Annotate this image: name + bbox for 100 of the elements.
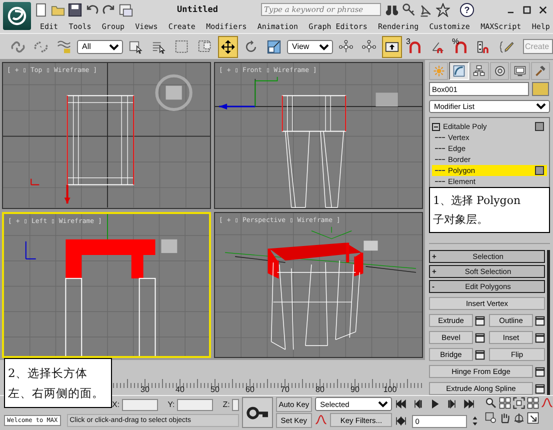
viewcube-icon[interactable] xyxy=(376,92,398,107)
frame-number: 100 xyxy=(382,385,398,394)
magnet-icon xyxy=(408,40,422,54)
go-end-icon[interactable] xyxy=(463,398,476,410)
list-cursor-icon xyxy=(152,40,166,54)
toolbar-dropdown[interactable]: All xyxy=(77,40,123,54)
settings-icon[interactable] xyxy=(535,332,545,342)
object-color-swatch[interactable] xyxy=(532,82,549,96)
prev-frame-icon[interactable] xyxy=(412,398,424,410)
settings-icon[interactable] xyxy=(535,366,545,376)
instruction-text: 2、选择长方体 xyxy=(8,365,88,382)
spinner-magnet-icon xyxy=(477,40,491,54)
named-selection-field[interactable]: Create xyxy=(523,39,553,54)
motion-tab[interactable] xyxy=(490,62,510,80)
coordinate-label: X: xyxy=(112,400,120,409)
utilities-tab[interactable] xyxy=(530,62,550,80)
dashed-square-cube-icon xyxy=(198,40,212,54)
collapse-icon[interactable] xyxy=(432,122,440,130)
percent-snap-button[interactable]: % xyxy=(451,36,471,58)
zoom-extents-all-icon[interactable] xyxy=(527,397,540,409)
orbit-icon[interactable] xyxy=(513,412,526,424)
frame-number: 60 xyxy=(244,385,256,394)
key-icon[interactable] xyxy=(402,2,416,16)
set-key-button[interactable] xyxy=(242,397,273,428)
play-icon[interactable] xyxy=(429,398,442,410)
sun-icon xyxy=(432,65,445,78)
new-file-icon[interactable] xyxy=(34,2,48,16)
undo-icon[interactable] xyxy=(85,2,99,16)
close-icon[interactable] xyxy=(538,4,548,14)
instruction-text: 1、选择 Polygon xyxy=(433,193,521,209)
settings-icon[interactable] xyxy=(475,316,485,326)
frame-number: 70 xyxy=(280,385,290,394)
key-mode-icon[interactable] xyxy=(395,415,408,427)
frame-number: 90 xyxy=(350,385,360,394)
rotate-arc-icon xyxy=(244,40,258,54)
zoom-icon[interactable] xyxy=(485,397,498,409)
move-button[interactable] xyxy=(218,36,238,58)
maximize-viewport-icon[interactable] xyxy=(527,412,540,424)
node-cross-icon xyxy=(362,40,376,54)
viewcube-icon[interactable] xyxy=(155,74,192,111)
redo-icon[interactable] xyxy=(102,2,116,16)
instruction-text: 左、右两侧的面。 xyxy=(8,385,104,402)
dashed-square-icon xyxy=(175,40,189,54)
pan-icon[interactable] xyxy=(499,412,512,424)
snap-toggle-button[interactable]: 3 xyxy=(405,36,425,58)
magnet-icon xyxy=(454,40,468,54)
scrollbar[interactable] xyxy=(547,250,550,395)
viewcube-icon[interactable] xyxy=(364,240,378,250)
frame-number: 50 xyxy=(210,385,220,394)
settings-icon[interactable] xyxy=(535,384,545,394)
modifier-toggle-icon[interactable] xyxy=(535,122,544,131)
hierarchy-tab[interactable] xyxy=(470,62,489,80)
axis-tripod-icon xyxy=(30,178,70,204)
z-coordinate-field[interactable] xyxy=(232,398,239,410)
hammer-icon xyxy=(534,65,546,78)
wave-icon xyxy=(57,40,71,54)
frame-number: 30 xyxy=(140,385,150,394)
broken-chain-icon xyxy=(34,40,48,54)
star-icon[interactable] xyxy=(436,2,450,16)
tangent-curve-icon[interactable] xyxy=(315,414,328,426)
pencil-braces-icon xyxy=(500,40,514,54)
spinner-icon[interactable] xyxy=(472,415,478,427)
zoom-extents-icon[interactable] xyxy=(513,397,526,409)
axis-tripod-icon xyxy=(219,76,278,110)
save-icon[interactable] xyxy=(68,2,82,16)
scale-square-icon xyxy=(267,40,281,54)
display-tab[interactable] xyxy=(510,62,530,80)
app-logo-icon[interactable] xyxy=(3,2,31,30)
frame-number: 80 xyxy=(314,385,326,394)
project-folder-icon[interactable] xyxy=(119,2,133,16)
binoculars-icon[interactable] xyxy=(385,2,399,16)
frame-number: 40 xyxy=(174,385,186,394)
region-zoom-icon[interactable] xyxy=(485,412,498,424)
settings-icon[interactable] xyxy=(535,316,545,326)
go-start-icon[interactable] xyxy=(395,398,408,410)
window-title: Untitled xyxy=(177,4,219,14)
satellite-icon[interactable] xyxy=(419,2,433,16)
instruction-text: 子对象层。 xyxy=(433,212,488,228)
move-arrows-icon xyxy=(221,40,235,54)
chain-icon xyxy=(11,40,25,54)
next-frame-icon[interactable] xyxy=(446,398,458,410)
coordinate-label: Z: xyxy=(222,400,230,409)
settings-icon[interactable] xyxy=(475,332,485,342)
cursor-cube-icon xyxy=(129,40,143,54)
monitor-icon xyxy=(514,65,526,78)
coordinate-label: Y: xyxy=(168,400,175,409)
help-button[interactable]: ? xyxy=(460,2,474,16)
toolbar-dropdown[interactable]: View xyxy=(287,40,333,54)
modify-tab[interactable] xyxy=(449,62,469,80)
node-cross-icon xyxy=(339,40,353,54)
axis-tripod-icon xyxy=(25,240,36,259)
x-coordinate-field[interactable] xyxy=(122,398,158,410)
zoom-all-icon[interactable] xyxy=(499,397,512,409)
arc-magnet-icon xyxy=(431,40,445,54)
disc-icon xyxy=(494,65,506,78)
y-coordinate-field[interactable] xyxy=(176,398,213,410)
curve-panel-icon xyxy=(452,65,465,78)
maximize-icon[interactable] xyxy=(522,4,532,14)
settings-icon[interactable] xyxy=(475,350,485,360)
keyboard-shortcut-button[interactable] xyxy=(382,36,402,58)
